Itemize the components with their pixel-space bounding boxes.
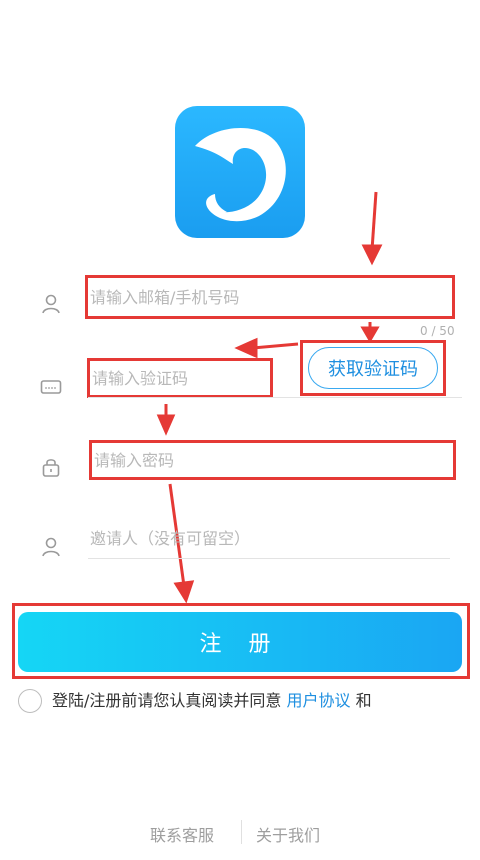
code-underline: [88, 397, 462, 398]
register-button[interactable]: 注 册: [18, 612, 462, 672]
agreement-text: 登陆/注册前请您认真阅读并同意 用户协议 和: [52, 689, 372, 713]
agreement-prefix: 登陆/注册前请您认真阅读并同意: [52, 691, 287, 710]
invite-underline: [88, 558, 450, 559]
agreement-checkbox[interactable]: [18, 689, 42, 713]
footer-divider: [241, 820, 242, 844]
user-agreement-link[interactable]: 用户协议: [286, 691, 350, 710]
password-input[interactable]: [94, 448, 444, 472]
account-input[interactable]: [90, 285, 445, 309]
code-input[interactable]: [92, 366, 262, 390]
user-icon: [40, 293, 62, 315]
agreement-suffix: 和: [350, 691, 372, 710]
get-code-button[interactable]: 获取验证码: [308, 347, 438, 389]
user-icon: [40, 536, 62, 558]
account-char-counter: 0 / 50: [420, 324, 455, 338]
contact-support-link[interactable]: 联系客服: [150, 822, 214, 846]
annotation-arrows: [156, 191, 383, 604]
about-us-link[interactable]: 关于我们: [256, 822, 320, 846]
keyboard-icon: [40, 376, 62, 398]
invite-input[interactable]: [90, 526, 445, 550]
lock-icon: [40, 456, 62, 478]
